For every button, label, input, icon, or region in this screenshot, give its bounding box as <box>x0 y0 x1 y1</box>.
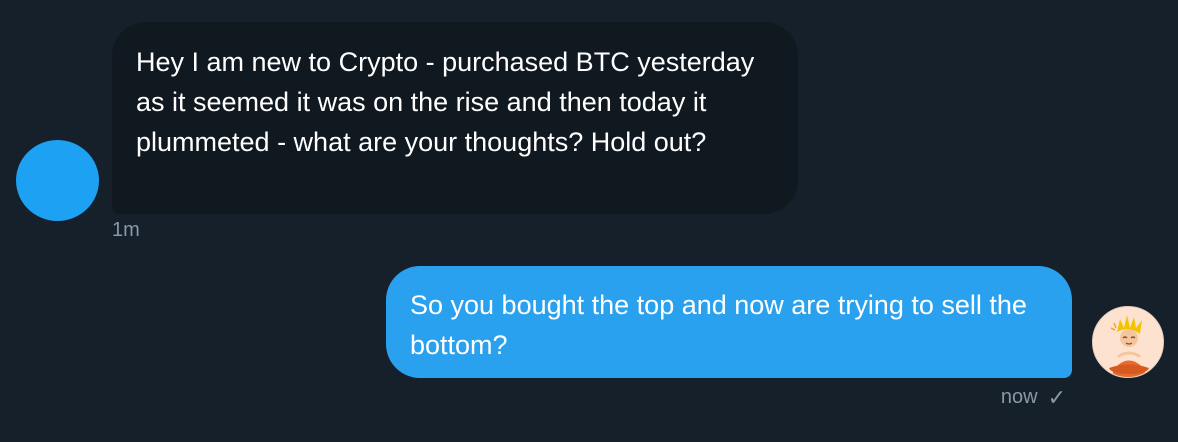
meditating-character-avatar-image <box>1093 307 1163 377</box>
sender-avatar[interactable] <box>16 140 99 221</box>
outgoing-message-status: now ✓ <box>1001 386 1066 409</box>
user-avatar[interactable] <box>1092 306 1164 378</box>
incoming-message-timestamp: 1m <box>112 219 140 241</box>
outgoing-message-timestamp: now <box>1000 386 1038 408</box>
outgoing-message-bubble[interactable]: So you bought the top and now are trying… <box>386 266 1072 378</box>
check-icon: ✓ <box>1047 384 1066 410</box>
incoming-message-bubble[interactable]: Hey I am new to Crypto - purchased BTC y… <box>112 22 798 214</box>
